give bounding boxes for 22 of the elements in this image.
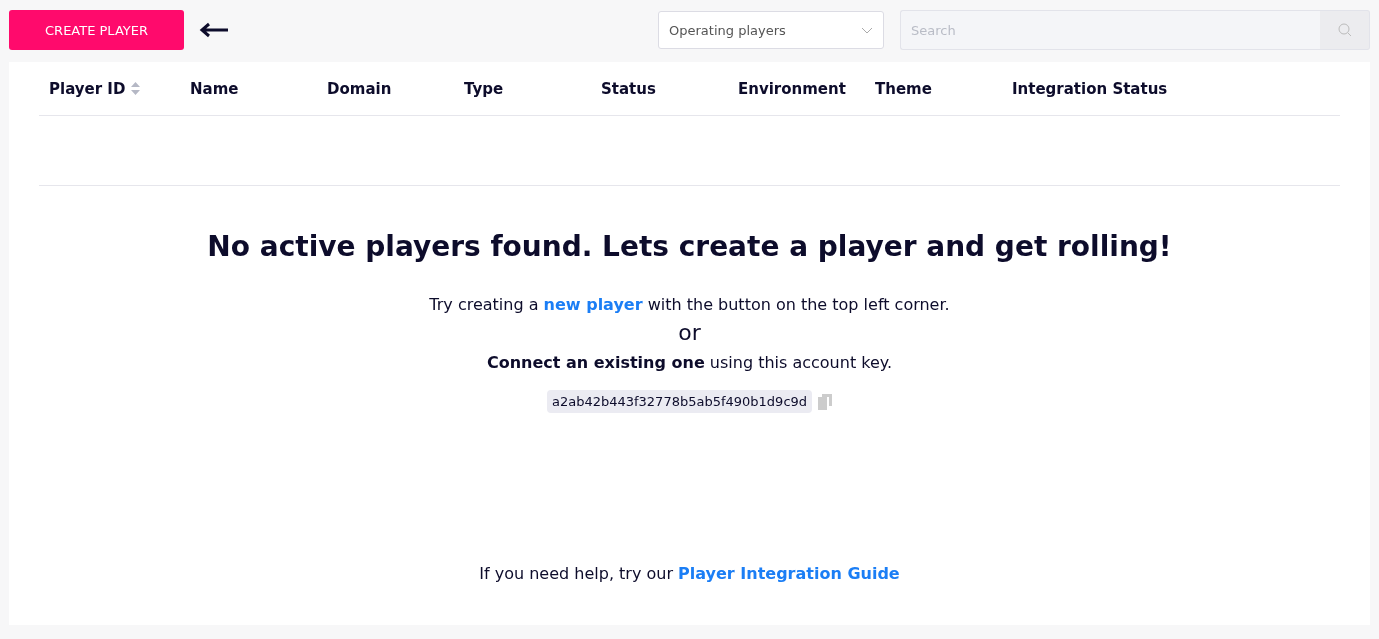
column-header: Theme bbox=[875, 79, 932, 98]
column-header: Environment bbox=[738, 79, 846, 98]
copy-icon[interactable] bbox=[818, 393, 833, 410]
column-header: Domain bbox=[327, 79, 392, 98]
column-header: Type bbox=[464, 79, 504, 98]
arrow-left-icon bbox=[198, 22, 230, 38]
hint-text: Try creating a new player with the button on the top left corner. bbox=[429, 295, 950, 314]
connect-text: Connect an existing one using this account key. bbox=[486, 353, 893, 372]
or-text: or bbox=[678, 320, 701, 345]
chevron-down-icon bbox=[861, 26, 873, 34]
new-player-link[interactable]: new player bbox=[543, 295, 643, 314]
column-header: Status bbox=[601, 79, 656, 98]
column-header: Name bbox=[190, 79, 239, 98]
empty-heading: No active players found. Lets create a player and get rolling! bbox=[207, 230, 1172, 263]
column-header: Integration Status bbox=[1012, 79, 1168, 98]
integration-guide-link[interactable]: Player Integration Guide bbox=[678, 564, 900, 583]
sort-icon[interactable] bbox=[131, 82, 141, 95]
create-player-button[interactable]: CREATE PLAYER bbox=[9, 10, 184, 50]
filter-dropdown[interactable]: Operating players bbox=[658, 11, 884, 49]
account-key: a2ab42b443f32778b5ab5f490b1d9c9d bbox=[546, 390, 813, 413]
help-text: If you need help, try our Player Integration Guide bbox=[479, 564, 900, 583]
column-header[interactable]: Player ID bbox=[49, 79, 126, 98]
